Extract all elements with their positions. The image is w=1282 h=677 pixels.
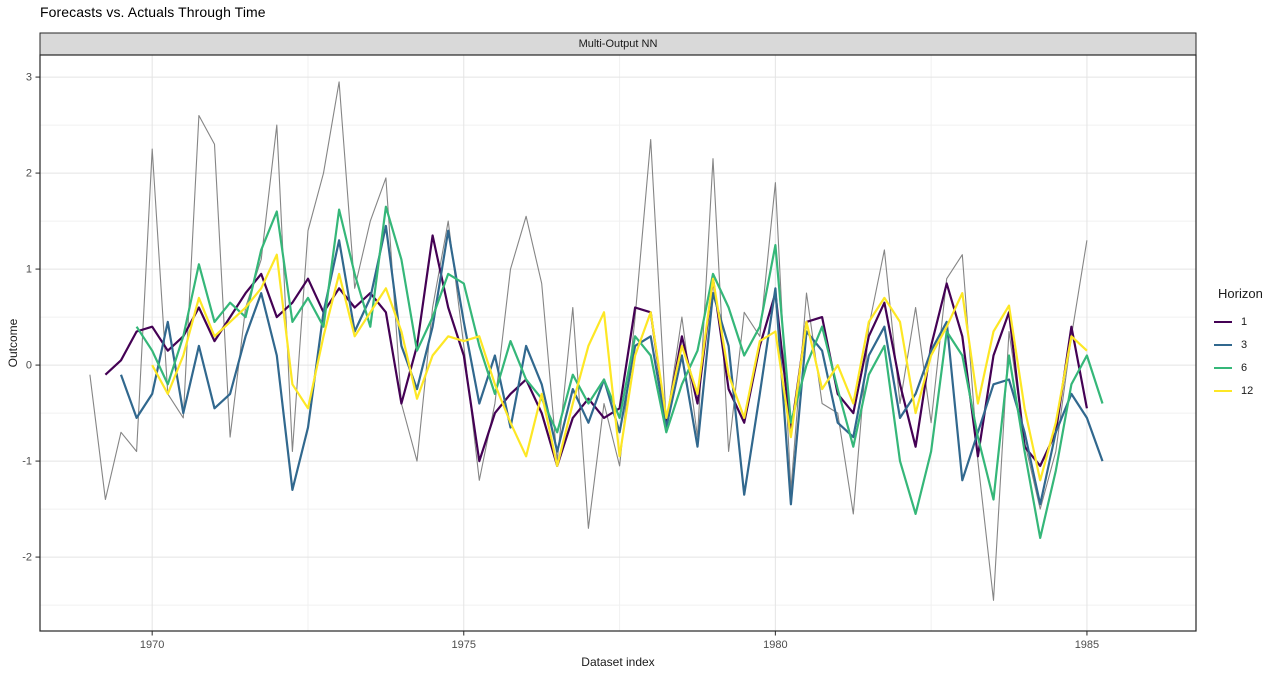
legend-item-horizon-1: 1: [1214, 310, 1280, 333]
y-axis-title: Outcome: [6, 293, 20, 393]
facet-strip: [40, 33, 1196, 55]
legend-entry-label: 3: [1241, 339, 1247, 351]
legend-items: 1 3 6 12: [1214, 310, 1280, 402]
legend-entry-label: 12: [1241, 385, 1253, 397]
legend-entry-label: 1: [1241, 316, 1247, 328]
y-axis-tick-label: -2: [22, 552, 32, 564]
x-axis-tick-label: 1975: [452, 639, 476, 651]
legend-item-horizon-12: 12: [1214, 379, 1280, 402]
legend: Horizon 1 3 6 12: [1214, 286, 1280, 402]
y-axis-tick-label: 2: [26, 168, 32, 180]
legend-key-line: [1214, 344, 1232, 346]
legend-title: Horizon: [1218, 286, 1280, 301]
y-axis-tick-label: 1: [26, 264, 32, 276]
y-axis-tick-label: 0: [26, 360, 32, 372]
legend-item-horizon-3: 3: [1214, 333, 1280, 356]
y-axis-tick-label: -1: [22, 456, 32, 468]
legend-key-line: [1214, 321, 1232, 323]
x-axis-tick-label: 1970: [140, 639, 164, 651]
legend-item-horizon-6: 6: [1214, 356, 1280, 379]
x-axis-tick-label: 1985: [1075, 639, 1099, 651]
x-axis-tick-label: 1980: [763, 639, 787, 651]
legend-key-line: [1214, 390, 1232, 392]
x-axis-title: Dataset index: [40, 655, 1196, 669]
plot-title: Forecasts vs. Actuals Through Time: [40, 4, 266, 20]
legend-key-line: [1214, 367, 1232, 369]
y-axis-tick-label: 3: [26, 72, 32, 84]
legend-entry-label: 6: [1241, 362, 1247, 374]
page: { "title": "Forecasts vs. Actuals Throug…: [0, 0, 1282, 677]
plot-svg: 1970197519801985-2-10123: [0, 0, 1282, 677]
